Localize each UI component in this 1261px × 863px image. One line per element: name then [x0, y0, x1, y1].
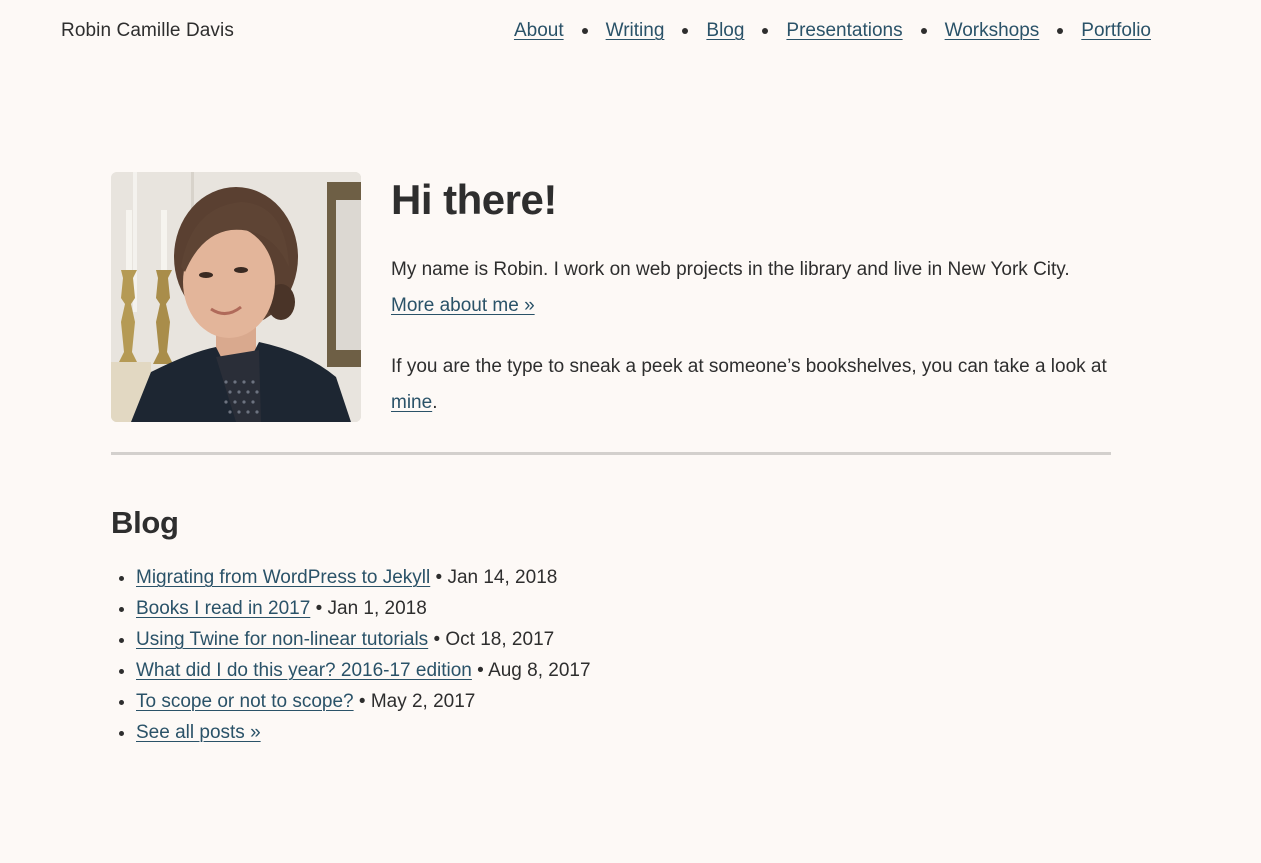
intro-heading: Hi there! [391, 176, 557, 223]
blog-post-item: What did I do this year? 2016-17 edition… [136, 655, 591, 686]
blog-post-date: Aug 8, 2017 [488, 660, 591, 681]
nav-separator-dot [682, 28, 689, 34]
nav-link-about[interactable]: About [514, 20, 564, 42]
main-nav: About Writing Blog Presentations Worksho… [514, 20, 1151, 42]
date-separator: • [435, 567, 443, 588]
blog-post-item: To scope or not to scope? • May 2, 2017 [136, 686, 591, 717]
profile-photo [111, 172, 361, 422]
intro-section: Hi there! My name is Robin. I work on we… [111, 172, 1111, 422]
blog-post-link[interactable]: Migrating from WordPress to Jekyll [136, 567, 430, 588]
nav-separator-dot [762, 28, 769, 34]
blog-post-link[interactable]: Using Twine for non-linear tutorials [136, 629, 428, 650]
blog-post-date: Oct 18, 2017 [445, 629, 555, 650]
blog-post-list: Migrating from WordPress to Jekyll • Jan… [111, 562, 591, 748]
see-all-posts-link[interactable]: See all posts » [136, 722, 261, 743]
blog-heading: Blog [111, 505, 179, 540]
intro-paragraph-about: My name is Robin. I work on web projects… [391, 252, 1111, 324]
nav-separator-dot [581, 28, 588, 34]
blog-post-date: May 2, 2017 [370, 691, 476, 712]
blog-post-item: Migrating from WordPress to Jekyll • Jan… [136, 562, 591, 593]
blog-post-link[interactable]: To scope or not to scope? [136, 691, 354, 712]
date-separator: • [315, 598, 323, 619]
nav-link-workshops[interactable]: Workshops [945, 20, 1040, 42]
blog-post-item: Using Twine for non-linear tutorials • O… [136, 624, 591, 655]
date-separator: • [358, 691, 366, 712]
nav-link-presentations[interactable]: Presentations [786, 20, 902, 42]
blog-post-date: Jan 1, 2018 [327, 598, 427, 619]
intro-bookshelves-text: If you are the type to sneak a peek at s… [391, 356, 1107, 377]
bookshelves-link[interactable]: mine [391, 392, 432, 413]
more-about-me-link[interactable]: More about me » [391, 295, 535, 316]
date-separator: • [477, 660, 484, 681]
blog-post-item: Books I read in 2017 • Jan 1, 2018 [136, 593, 591, 624]
nav-link-writing[interactable]: Writing [606, 20, 665, 42]
site-title: Robin Camille Davis [61, 20, 234, 41]
intro-period: . [432, 392, 438, 413]
intro-about-text: My name is Robin. I work on web projects… [391, 259, 1070, 280]
blog-see-all-item: See all posts » [136, 717, 591, 748]
nav-link-portfolio[interactable]: Portfolio [1081, 20, 1151, 42]
blog-post-date: Jan 14, 2018 [447, 567, 558, 588]
section-divider [111, 452, 1111, 455]
nav-separator-dot [1057, 28, 1064, 34]
blog-post-link[interactable]: Books I read in 2017 [136, 598, 310, 619]
nav-separator-dot [920, 28, 927, 34]
nav-link-blog[interactable]: Blog [706, 20, 744, 42]
intro-paragraph-bookshelves: If you are the type to sneak a peek at s… [391, 349, 1111, 421]
blog-post-link[interactable]: What did I do this year? 2016-17 edition [136, 660, 472, 681]
portrait-illustration [111, 172, 361, 422]
date-separator: • [433, 629, 441, 650]
intro-text: Hi there! My name is Robin. I work on we… [391, 172, 1111, 422]
